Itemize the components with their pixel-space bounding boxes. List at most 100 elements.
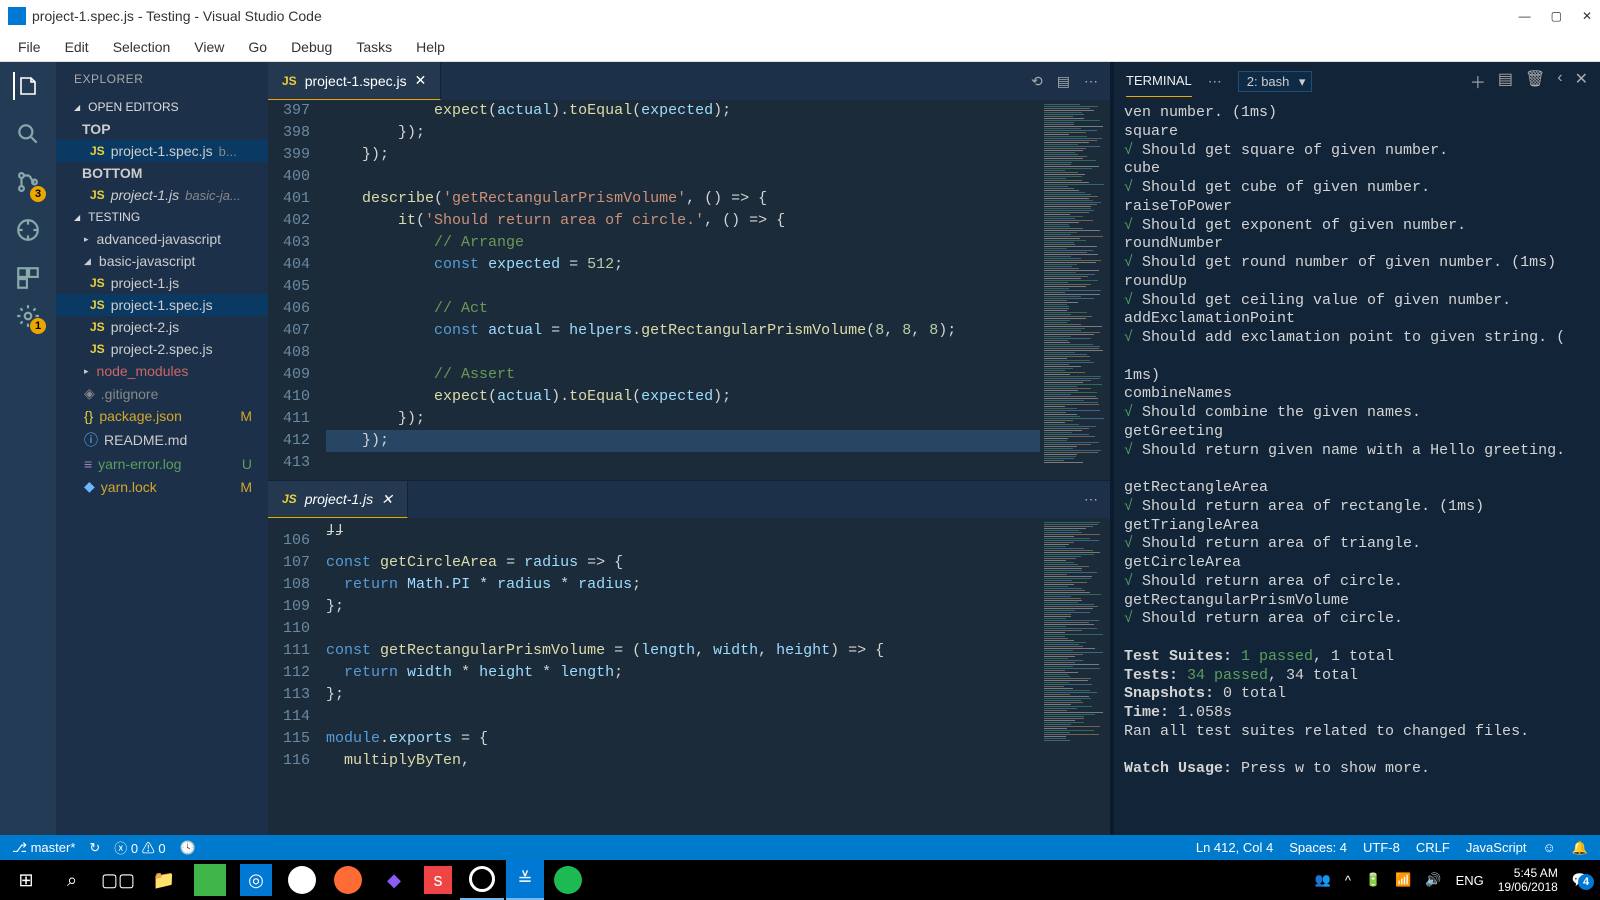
terminal-tab[interactable]: TERMINAL bbox=[1126, 65, 1192, 97]
code-content[interactable]: expect(actual).toEqual(expected); }); })… bbox=[326, 100, 1040, 480]
menu-selection[interactable]: Selection bbox=[103, 35, 181, 59]
menu-file[interactable]: File bbox=[8, 35, 51, 59]
app-icon-2[interactable]: ◎ bbox=[240, 864, 272, 896]
file-project-2-js[interactable]: JSproject-2.js bbox=[56, 316, 268, 338]
close-panel-icon[interactable]: ✕ bbox=[1575, 69, 1588, 93]
debug-icon[interactable] bbox=[14, 216, 42, 244]
indentation[interactable]: Spaces: 4 bbox=[1289, 840, 1347, 855]
file-path-hint: basic-ja... bbox=[185, 188, 241, 203]
file-yarn-error[interactable]: ≡yarn-error.logU bbox=[56, 453, 268, 475]
tab-project-1-js[interactable]: JS project-1.js ✕ bbox=[268, 481, 408, 518]
app-icon-4[interactable] bbox=[326, 860, 370, 900]
errors-warnings[interactable]: ⓧ 0 ⚠ 0 bbox=[114, 838, 165, 857]
date: 19/06/2018 bbox=[1498, 880, 1558, 894]
more-icon[interactable]: ⋯ bbox=[1208, 73, 1222, 90]
menu-help[interactable]: Help bbox=[406, 35, 455, 59]
split-icon[interactable]: ▤ bbox=[1057, 73, 1070, 90]
file-label: yarn.lock bbox=[101, 479, 157, 495]
app-icon-3[interactable] bbox=[280, 860, 324, 900]
minimap[interactable] bbox=[1040, 518, 1110, 835]
encoding[interactable]: UTF-8 bbox=[1363, 840, 1400, 855]
menu-view[interactable]: View bbox=[184, 35, 234, 59]
menu-tasks[interactable]: Tasks bbox=[346, 35, 402, 59]
new-terminal-icon[interactable]: ＋ bbox=[1470, 69, 1486, 93]
kill-terminal-icon[interactable]: 🗑 bbox=[1525, 69, 1545, 93]
tray-chevron-icon[interactable]: ^ bbox=[1345, 873, 1351, 888]
people-icon[interactable]: 👥 bbox=[1315, 872, 1331, 888]
close-icon[interactable]: ✕ bbox=[381, 491, 393, 508]
clock-icon[interactable]: 🕓 bbox=[180, 840, 196, 856]
more-icon[interactable]: ⋯ bbox=[1084, 73, 1098, 90]
extensions-icon[interactable] bbox=[14, 264, 42, 292]
open-editor-bottom-file[interactable]: JSproject-1.js basic-ja... bbox=[56, 184, 268, 206]
open-editor-top-file[interactable]: JSproject-1.spec.js b... bbox=[56, 140, 268, 162]
editor-bottom[interactable]: 106107108109110111112113114115116 ɟɟcons… bbox=[268, 518, 1110, 835]
info-icon: ⓘ bbox=[84, 430, 98, 450]
vscode-taskbar-icon[interactable]: ≚ bbox=[506, 860, 544, 900]
compare-icon[interactable]: ⟲ bbox=[1031, 73, 1043, 90]
prev-icon[interactable]: ‹ bbox=[1557, 69, 1562, 93]
yarn-icon: ◆ bbox=[84, 478, 95, 495]
testing-header[interactable]: TESTING bbox=[56, 206, 268, 228]
file-project-2-spec[interactable]: JSproject-2.spec.js bbox=[56, 338, 268, 360]
gutter: 106107108109110111112113114115116 bbox=[268, 518, 326, 835]
chrome-icon[interactable] bbox=[460, 860, 504, 900]
terminal-tabs: TERMINAL ⋯ 2: bash ＋ ▤ 🗑 ‹ ✕ bbox=[1114, 62, 1600, 100]
spotify-icon[interactable] bbox=[546, 860, 590, 900]
windows-taskbar: ⊞ ⌕ ▢▢ 📁 ◎ ◆ s ≚ 👥 ^ 🔋 📶 🔊 ENG 5:45 AM 1… bbox=[0, 860, 1600, 900]
editor-top[interactable]: 3973983994004014024034044054064074084094… bbox=[268, 100, 1110, 480]
volume-icon[interactable]: 🔊 bbox=[1425, 872, 1441, 888]
branch-indicator[interactable]: ⎇ master* bbox=[12, 840, 75, 856]
maximize-button[interactable]: ▢ bbox=[1551, 9, 1562, 23]
task-view-icon[interactable]: ▢▢ bbox=[96, 860, 140, 900]
files-icon[interactable] bbox=[13, 72, 41, 100]
split-terminal-icon[interactable]: ▤ bbox=[1498, 69, 1513, 93]
file-package-json[interactable]: {}package.jsonM bbox=[56, 405, 268, 427]
bell-icon[interactable]: 🔔 bbox=[1572, 840, 1588, 856]
folder-advanced-js[interactable]: ▸advanced-javascript bbox=[56, 228, 268, 250]
more-icon[interactable]: ⋯ bbox=[1084, 491, 1098, 508]
gutter: 3973983994004014024034044054064074084094… bbox=[268, 100, 326, 480]
minimize-button[interactable]: — bbox=[1519, 9, 1531, 23]
folder-node-modules[interactable]: ▸node_modules bbox=[56, 360, 268, 382]
app-icon-5[interactable]: ◆ bbox=[372, 860, 416, 900]
folder-basic-js[interactable]: ◢basic-javascript bbox=[56, 250, 268, 272]
terminal-content[interactable]: ven number. (1ms) square √ Should get sq… bbox=[1114, 100, 1600, 835]
tab-label: project-1.js bbox=[305, 491, 373, 507]
start-button[interactable]: ⊞ bbox=[4, 860, 48, 900]
feedback-icon[interactable]: ☺ bbox=[1543, 840, 1556, 855]
search-icon[interactable] bbox=[14, 120, 42, 148]
file-project-1-spec[interactable]: JSproject-1.spec.js bbox=[56, 294, 268, 316]
file-label: README.md bbox=[104, 432, 187, 448]
file-gitignore[interactable]: ◈.gitignore bbox=[56, 382, 268, 405]
close-button[interactable]: ✕ bbox=[1582, 9, 1592, 23]
search-icon[interactable]: ⌕ bbox=[50, 860, 94, 900]
language-indicator[interactable]: ENG bbox=[1456, 873, 1484, 888]
language-mode[interactable]: JavaScript bbox=[1466, 840, 1527, 855]
app-icon-1[interactable] bbox=[194, 864, 226, 896]
menu-edit[interactable]: Edit bbox=[55, 35, 99, 59]
eol[interactable]: CRLF bbox=[1416, 840, 1450, 855]
file-explorer-icon[interactable]: 📁 bbox=[142, 860, 186, 900]
file-yarn-lock[interactable]: ◆yarn.lockM bbox=[56, 475, 268, 498]
file-readme[interactable]: ⓘ README.md bbox=[56, 427, 268, 453]
code-content[interactable]: ɟɟconst getCircleArea = radius => { retu… bbox=[326, 518, 1040, 835]
menu-go[interactable]: Go bbox=[238, 35, 277, 59]
open-editors-header[interactable]: OPEN EDITORS bbox=[56, 96, 268, 118]
cursor-position[interactable]: Ln 412, Col 4 bbox=[1196, 840, 1273, 855]
tab-project-1-spec[interactable]: JS project-1.spec.js ✕ bbox=[268, 62, 441, 100]
wifi-icon[interactable]: 📶 bbox=[1395, 872, 1411, 888]
notifications-icon[interactable]: 💬4 bbox=[1572, 872, 1588, 888]
sync-icon[interactable]: ↻ bbox=[89, 840, 100, 856]
terminal-selector[interactable]: 2: bash bbox=[1238, 71, 1313, 92]
settings-icon[interactable]: 1 bbox=[14, 302, 42, 330]
close-icon[interactable]: ✕ bbox=[415, 72, 427, 89]
minimap[interactable] bbox=[1040, 100, 1110, 480]
menubar: File Edit Selection View Go Debug Tasks … bbox=[0, 32, 1600, 62]
app-icon-6[interactable]: s bbox=[424, 866, 452, 894]
source-control-icon[interactable]: 3 bbox=[14, 168, 42, 196]
menu-debug[interactable]: Debug bbox=[281, 35, 342, 59]
clock[interactable]: 5:45 AM 19/06/2018 bbox=[1498, 866, 1558, 895]
battery-icon[interactable]: 🔋 bbox=[1365, 872, 1381, 888]
file-project-1-js[interactable]: JSproject-1.js bbox=[56, 272, 268, 294]
